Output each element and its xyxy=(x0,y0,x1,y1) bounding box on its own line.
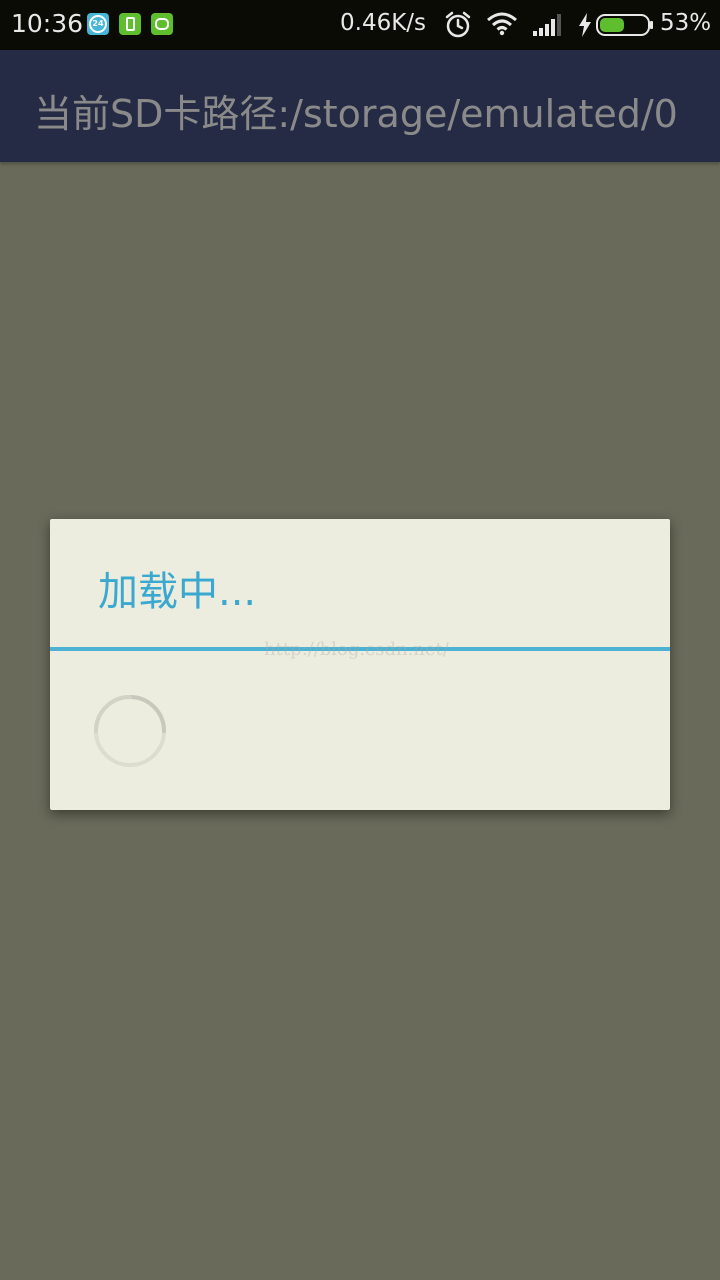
watermark: http://blog.csdn.net/ xyxy=(264,639,449,660)
battery-icon xyxy=(596,14,653,36)
network-speed: 0.46K/s xyxy=(340,10,427,36)
status-bar: 10:36 24 0.46K/s 53% xyxy=(0,0,720,50)
app-bar: 当前SD卡路径:/storage/emulated/0 xyxy=(0,50,720,162)
charging-icon xyxy=(579,13,591,37)
sim-card-icon xyxy=(119,13,141,35)
alarm-icon xyxy=(445,11,471,38)
dialog-title: 加载中... xyxy=(98,569,257,615)
loading-dialog: 加载中... http://blog.csdn.net/ xyxy=(50,519,670,810)
signal-icon xyxy=(533,14,561,36)
sd-card-path-title: 当前SD卡路径:/storage/emulated/0 xyxy=(34,92,678,136)
cat-icon xyxy=(151,13,173,35)
status-time: 10:36 xyxy=(11,9,84,38)
battery-percent: 53% xyxy=(660,10,712,36)
24h-icon: 24 xyxy=(87,13,109,35)
loading-spinner xyxy=(94,695,166,767)
wifi-icon xyxy=(487,12,517,36)
screen: 10:36 24 0.46K/s 53% 当前SD卡路径:/storage/em… xyxy=(0,0,720,1280)
